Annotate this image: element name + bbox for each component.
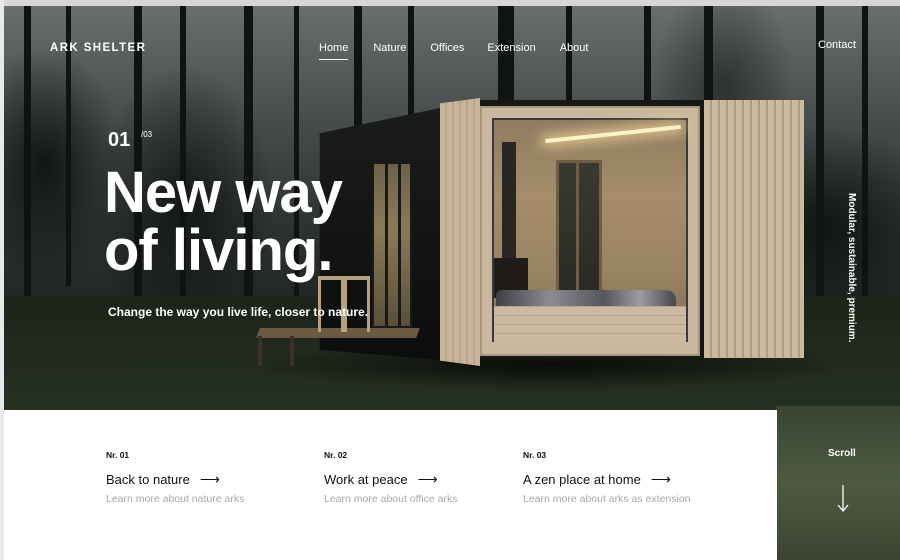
card-title[interactable]: Back to nature — [106, 472, 190, 487]
chair — [344, 276, 370, 332]
tree-trunk — [644, 6, 651, 106]
scroll-label[interactable]: Scroll — [828, 448, 856, 459]
tree-trunk — [704, 6, 713, 106]
window-mullion — [576, 160, 579, 294]
main-nav: Home Nature Offices Extension About — [319, 42, 589, 60]
card-number: Nr. 01 — [106, 450, 130, 460]
card-number: Nr. 03 — [523, 450, 547, 460]
tree-trunk — [24, 6, 31, 306]
slide-total: /03 — [141, 130, 153, 139]
nav-item-nature[interactable]: Nature — [373, 42, 406, 54]
cabin-side-window — [372, 162, 412, 328]
tree-trunk — [816, 6, 824, 326]
card-number: Nr. 02 — [324, 450, 348, 460]
card-subtitle[interactable]: Learn more about nature arks — [106, 493, 244, 505]
headline-line-2: of living. — [104, 218, 333, 283]
card-title[interactable]: Work at peace — [324, 472, 408, 487]
nav-item-extension[interactable]: Extension — [487, 42, 535, 54]
stove-pipe — [502, 142, 516, 260]
arrow-right-icon[interactable]: ⟶ — [651, 471, 671, 487]
tree-trunk — [862, 6, 868, 306]
arrow-right-icon[interactable]: ⟶ — [200, 471, 220, 487]
cabin-door-left — [440, 98, 480, 366]
bed-base — [494, 306, 686, 342]
tree-trunk — [566, 6, 572, 106]
feature-card-extension[interactable]: Nr. 03 A zen place at home ⟶ Learn more a… — [523, 450, 691, 505]
feature-card-offices[interactable]: Nr. 02 Work at peace ⟶ Learn more about o… — [324, 450, 457, 505]
deck-leg — [290, 336, 294, 366]
slide-current: 01 — [108, 129, 131, 151]
interior-window — [556, 160, 602, 294]
vertical-tagline: Modular, sustainable, premium. — [846, 193, 857, 343]
feature-panel: Nr. 01 Back to nature ⟶ Learn more about … — [4, 410, 777, 560]
arrow-right-icon[interactable]: ⟶ — [418, 471, 438, 487]
nav-item-about[interactable]: About — [560, 42, 589, 54]
feature-card-nature[interactable]: Nr. 01 Back to nature ⟶ Learn more about … — [106, 450, 244, 505]
hero-headline: New way of living. — [104, 160, 343, 283]
arrow-down-icon[interactable] — [836, 484, 850, 514]
card-title[interactable]: A zen place at home — [523, 472, 641, 487]
window-mullion — [398, 162, 401, 328]
chair — [318, 276, 344, 332]
nav-item-offices[interactable]: Offices — [430, 42, 464, 54]
card-subtitle[interactable]: Learn more about arks as extension — [523, 493, 691, 505]
nav-item-home[interactable]: Home — [319, 42, 349, 60]
headline-line-1: New way — [104, 160, 343, 225]
cabin-door-right — [704, 100, 804, 358]
slide-counter: 01 /03 — [108, 129, 152, 152]
card-subtitle[interactable]: Learn more about office arks — [324, 493, 457, 505]
grass-patch — [776, 406, 900, 560]
window-mullion — [385, 162, 388, 328]
deck-leg — [258, 336, 262, 366]
hero-subline: Change the way you live life, closer to … — [108, 305, 369, 319]
site-logo[interactable]: ARK SHELTER — [50, 42, 146, 54]
contact-link[interactable]: Contact — [818, 39, 856, 51]
